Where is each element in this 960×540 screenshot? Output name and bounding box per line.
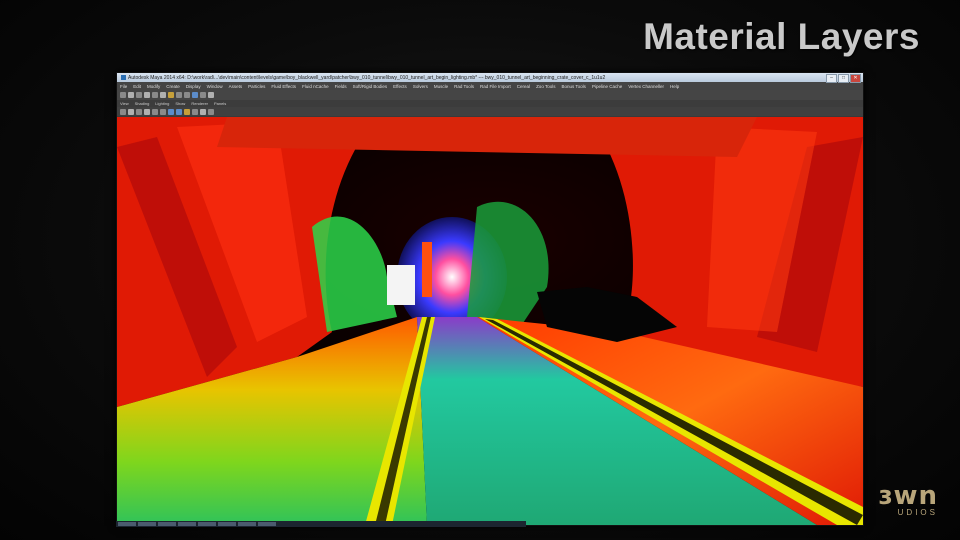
open-scene-icon[interactable]: [128, 92, 134, 98]
menu-assets[interactable]: Assets: [229, 84, 243, 89]
panel-menu-view[interactable]: View: [120, 101, 129, 106]
camera-attributes-icon[interactable]: [128, 108, 134, 115]
shadows-icon[interactable]: [192, 108, 198, 115]
panel-toolbar: [117, 107, 863, 116]
camera-select-icon[interactable]: [120, 108, 126, 115]
scene-viewport[interactable]: [117, 117, 863, 525]
taskbar-item[interactable]: [198, 522, 216, 526]
grid-icon[interactable]: [152, 108, 158, 115]
taskbar-item[interactable]: [238, 522, 256, 526]
panel-menu-show[interactable]: Show: [175, 101, 185, 106]
taskbar-item[interactable]: [258, 522, 276, 526]
bookmark-icon[interactable]: [136, 108, 142, 115]
panel-menu-panels[interactable]: Panels: [214, 101, 226, 106]
film-gate-icon[interactable]: [160, 108, 166, 115]
menu-edit[interactable]: Edit: [133, 84, 141, 89]
studio-logo: ɜwn UDIOS: [878, 481, 938, 517]
slide-title: Material Layers: [643, 16, 920, 57]
wireframe-icon[interactable]: [168, 108, 174, 115]
menu-vertex-channeller[interactable]: Vertex Channeller: [628, 84, 664, 89]
menu-file[interactable]: File: [120, 84, 127, 89]
menu-fields[interactable]: Fields: [335, 84, 347, 89]
save-scene-icon[interactable]: [136, 92, 142, 98]
image-plane-icon[interactable]: [144, 108, 150, 115]
minimize-button[interactable]: –: [826, 74, 837, 83]
menu-fluid-effects[interactable]: Fluid Effects: [271, 84, 296, 89]
status-toolbar: [117, 90, 863, 100]
taskbar-item[interactable]: [178, 522, 196, 526]
menu-cereal[interactable]: Cereal: [517, 84, 530, 89]
taskbar-item[interactable]: [218, 522, 236, 526]
snap-point-icon[interactable]: [184, 92, 190, 98]
menu-help[interactable]: Help: [670, 84, 679, 89]
menu-zoo-tools[interactable]: Zoo Tools: [536, 84, 555, 89]
maximize-button[interactable]: □: [838, 74, 849, 83]
maya-app-icon: [121, 75, 126, 80]
menu-window[interactable]: Window: [207, 84, 223, 89]
taskbar-item[interactable]: [138, 522, 156, 526]
menu-effects[interactable]: Effects: [393, 84, 407, 89]
menu-display[interactable]: Display: [186, 84, 201, 89]
menu-soft-rigid-bodies[interactable]: Soft/Rigid Bodies: [353, 84, 388, 89]
new-scene-icon[interactable]: [120, 92, 126, 98]
menu-fluid-ncache[interactable]: Fluid nCache: [302, 84, 329, 89]
distant-pillar: [422, 242, 432, 297]
menu-modify[interactable]: Modify: [147, 84, 160, 89]
use-lights-icon[interactable]: [184, 108, 190, 115]
window-title: Autodesk Maya 2014 x64: D:\work\rad\...\…: [128, 74, 606, 81]
distant-sign: [387, 265, 415, 305]
menu-solvers[interactable]: Solvers: [413, 84, 428, 89]
taskbar-item[interactable]: [118, 522, 136, 526]
window-controls: – □ ✕: [826, 74, 861, 83]
maya-window[interactable]: Autodesk Maya 2014 x64: D:\work\rad\...\…: [116, 72, 864, 526]
menu-muscle[interactable]: Muscle: [434, 84, 448, 89]
close-button[interactable]: ✕: [850, 74, 861, 83]
menu-rad-tools[interactable]: Rad Tools: [454, 84, 474, 89]
tunnel-render: [117, 117, 863, 525]
menu-bonus-tools[interactable]: Bonus Tools: [562, 84, 586, 89]
isolate-select-icon[interactable]: [208, 108, 214, 115]
render-icon[interactable]: [192, 92, 198, 98]
snap-curve-icon[interactable]: [176, 92, 182, 98]
main-menubar: File Edit Modify Create Display Window A…: [117, 82, 863, 90]
select-object-icon[interactable]: [152, 92, 158, 98]
panel-menubar: View Shading Lighting Show Renderer Pane…: [117, 100, 863, 107]
select-hierarchy-icon[interactable]: [144, 92, 150, 98]
render-settings-icon[interactable]: [208, 92, 214, 98]
menu-rad-file-import[interactable]: Rad File Import: [480, 84, 511, 89]
snap-grid-icon[interactable]: [168, 92, 174, 98]
menu-create[interactable]: Create: [166, 84, 180, 89]
select-component-icon[interactable]: [160, 92, 166, 98]
window-titlebar[interactable]: Autodesk Maya 2014 x64: D:\work\rad\...\…: [117, 73, 863, 83]
panel-menu-renderer[interactable]: Renderer: [191, 101, 208, 106]
panel-menu-lighting[interactable]: Lighting: [155, 101, 169, 106]
taskbar-item[interactable]: [158, 522, 176, 526]
menu-particles[interactable]: Particles: [248, 84, 265, 89]
xray-icon[interactable]: [200, 108, 206, 115]
logo-mark: ɜwn: [878, 481, 938, 511]
panel-menu-shading[interactable]: Shading: [135, 101, 150, 106]
ipr-render-icon[interactable]: [200, 92, 206, 98]
windows-taskbar: [116, 521, 526, 527]
menu-pipeline-cache[interactable]: Pipeline Cache: [592, 84, 622, 89]
smooth-shade-icon[interactable]: [176, 108, 182, 115]
